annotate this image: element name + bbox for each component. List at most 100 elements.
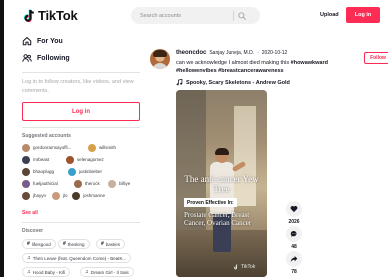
discover-tag[interactable]: # lifeisgood — [22, 239, 56, 249]
suggested-accounts-title: Suggested accounts — [22, 133, 71, 139]
tag-label: basties — [105, 241, 121, 247]
discover-music[interactable]: ♫ Dream Girl - Il Sais — [80, 267, 134, 277]
sidebar-divider — [22, 222, 140, 223]
avatar-shirt — [152, 63, 168, 69]
header-login-button[interactable]: Log in — [346, 7, 380, 23]
avatar — [72, 191, 80, 200]
music-title: Spooky, Scary Skeletons - Andrew Gold — [186, 79, 290, 86]
avatar-hair — [153, 50, 167, 57]
suggested-account[interactable]: fueljauthicial — [22, 179, 58, 188]
comment-action[interactable]: 48 — [286, 226, 302, 250]
suggested-account[interactable]: selenagomez — [66, 155, 104, 164]
discover-music[interactable]: ♫ Hood Baby - Kifi — [22, 267, 71, 277]
poster-username[interactable]: theoncdoc — [176, 50, 206, 56]
music-note-icon: ♫ — [27, 255, 31, 261]
nav-for-you[interactable]: For You — [22, 36, 63, 46]
account-name: selenagomez — [77, 157, 104, 162]
nav-following[interactable]: Following — [22, 53, 70, 63]
suggested-account[interactable]: willsmith — [88, 143, 116, 152]
suggested-account[interactable]: therock — [74, 179, 100, 188]
suggested-account[interactable]: gordonramsayoffi... — [22, 143, 71, 152]
discover-music[interactable]: ♫ Then Leave (feat. Queendom Come) - Bea… — [22, 253, 132, 263]
account-name: willsmith — [99, 145, 117, 150]
avatar — [108, 179, 116, 188]
sidebar-login-button[interactable]: Log in — [22, 102, 140, 121]
account-name: billiye — [119, 181, 131, 186]
comment-icon — [290, 230, 297, 237]
search-button[interactable] — [234, 7, 250, 24]
poster-info: theoncdoc Sanjay Juneja, M.D. · 2020-10-… — [176, 50, 287, 56]
upload-link[interactable]: Upload — [320, 12, 339, 18]
sidebar: For You Following Log in to follow creat… — [4, 32, 140, 277]
tiktok-note-icon — [234, 264, 238, 270]
hashtag-icon: # — [63, 241, 66, 247]
avatar — [22, 143, 30, 152]
suggested-account[interactable]: billiye — [108, 179, 130, 188]
nav-label: For You — [37, 37, 63, 45]
like-action[interactable]: 2026 — [286, 201, 302, 225]
post-music[interactable]: Spooky, Scary Skeletons - Andrew Gold — [176, 79, 290, 86]
avatar — [68, 167, 76, 176]
sidebar-divider — [22, 127, 140, 128]
discover-tag[interactable]: # basties — [96, 239, 126, 249]
suggested-account[interactable]: jlo — [52, 191, 68, 200]
search-icon — [238, 11, 246, 20]
tag-label: thesking — [67, 241, 85, 247]
tag-label: lifeisgood — [31, 241, 51, 247]
poster-nickname: Sanjay Juneja, M.D. — [209, 50, 255, 56]
heart-icon — [290, 206, 298, 213]
discover-tag[interactable]: # thesking — [58, 239, 90, 249]
music-note-icon: ♫ — [85, 269, 89, 275]
music-note-icon: ♫ — [27, 269, 31, 275]
avatar — [52, 191, 60, 200]
discover-title: Discover — [22, 228, 44, 234]
hashtag-icon: # — [27, 241, 30, 247]
avatar — [74, 179, 82, 188]
caption-text: can we acknowledge I almost died making … — [176, 60, 291, 66]
video-watermark: TikTok — [234, 264, 255, 270]
account-name: gordonramsayoffi... — [33, 145, 72, 150]
separator-dot: · — [257, 50, 259, 56]
see-all-link[interactable]: See all — [22, 210, 38, 216]
suggested-account[interactable]: bhaoplugg — [22, 167, 54, 176]
video-feed: theoncdoc Sanjay Juneja, M.D. · 2020-10-… — [140, 32, 388, 277]
search-input[interactable] — [131, 7, 231, 24]
top-header: TikTok Upload Log in — [4, 0, 388, 32]
sidebar-divider — [22, 72, 140, 73]
tiktok-logo[interactable]: TikTok — [23, 8, 78, 23]
avatar — [88, 143, 96, 152]
account-name: justinbieber — [79, 169, 103, 174]
post-caption: can we acknowledge I almost died making … — [176, 59, 346, 75]
music-label: Then Leave (feat. Queendom Come) - BeatK… — [32, 255, 127, 261]
tiktok-app: TikTok Upload Log in For You — [0, 0, 388, 277]
hashtag-icon: # — [101, 241, 104, 247]
account-name: bhaoplugg — [33, 169, 55, 174]
account-name: jlo — [63, 193, 68, 198]
like-button[interactable] — [286, 201, 302, 217]
suggested-account[interactable]: mrbeast — [22, 155, 49, 164]
share-button[interactable] — [286, 251, 302, 267]
avatar — [22, 179, 30, 188]
tiktok-note-icon — [23, 8, 36, 23]
login-prompt-text: Log in to follow creators, like videos, … — [22, 79, 134, 94]
video-person-hair — [215, 148, 229, 155]
avatar — [22, 155, 30, 164]
logo-text: TikTok — [38, 8, 78, 23]
suggested-account[interactable]: joshmanne — [72, 191, 105, 200]
suggested-account[interactable]: jhayyn — [22, 191, 46, 200]
music-label: Hood Baby - Kifi — [32, 269, 66, 275]
video-overlay-text: Prostate Cancer, Breast Cancer, Ovarian … — [184, 211, 252, 227]
account-name: therock — [85, 181, 100, 186]
music-label: Dream Girl - Il Sais — [90, 269, 129, 275]
post-date: 2020-10-12 — [261, 50, 288, 56]
poster-avatar[interactable] — [150, 49, 170, 69]
account-name: mrbeast — [33, 157, 50, 162]
follow-button[interactable]: Follow — [364, 52, 388, 64]
share-icon — [290, 256, 298, 262]
suggested-account[interactable]: justinbieber — [68, 167, 102, 176]
comment-button[interactable] — [286, 226, 302, 242]
share-action[interactable]: 78 — [286, 251, 302, 275]
video-player[interactable]: The anti-cancer Yew Tree Proven Effectiv… — [176, 90, 267, 277]
account-name: jhayyn — [33, 193, 47, 198]
video-overlay-heading: Proven Effective In: — [184, 198, 237, 207]
